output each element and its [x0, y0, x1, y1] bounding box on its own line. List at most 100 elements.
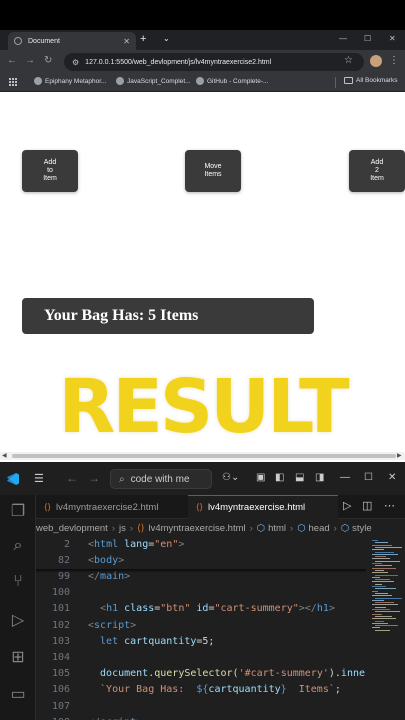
bookmark-item[interactable]: JavaScript_Complet... — [116, 77, 191, 85]
minimap-line — [375, 546, 402, 548]
bookmark-item[interactable]: Epiphany Metaphor... — [34, 77, 106, 85]
editor-tab[interactable]: ⟨⟩ lv4myntraexercise2.html — [36, 495, 186, 519]
minimize-button[interactable]: — — [340, 472, 350, 483]
line-number: 100 — [51, 587, 70, 599]
scroll-right-icon[interactable]: ▶ — [397, 452, 402, 459]
window-close-button[interactable]: ✕ — [389, 34, 396, 43]
new-tab-button[interactable]: + — [140, 33, 146, 45]
minimap-line — [372, 549, 384, 551]
close-icon[interactable]: ✕ — [123, 37, 130, 46]
breadcrumb-item[interactable]: web_devlopment — [36, 523, 108, 534]
breadcrumb-item[interactable]: style — [352, 523, 372, 534]
minimap-line — [372, 576, 380, 578]
forward-arrow-icon[interactable]: → — [25, 55, 35, 66]
code-token: ; — [334, 684, 341, 696]
hamburger-menu-icon[interactable]: ☰ — [34, 472, 44, 485]
scroll-left-icon[interactable]: ◀ — [2, 452, 7, 459]
code-line[interactable]: 103 let cartquantity=5; — [36, 634, 366, 650]
minimap-line — [372, 613, 382, 615]
breadcrumb-item[interactable]: lv4myntraexercise.html — [148, 523, 245, 534]
toggle-panel-icon[interactable]: ⬓ — [295, 472, 304, 483]
breadcrumb-item[interactable]: head — [309, 523, 330, 534]
code-line[interactable]: 107 — [36, 699, 366, 715]
minimap-line — [372, 581, 394, 583]
avatar[interactable] — [370, 55, 382, 67]
minimize-button[interactable]: — — [339, 34, 347, 43]
site-info-icon[interactable]: ⚙ — [72, 58, 79, 67]
code-token: "btn" — [160, 603, 191, 615]
toggle-secondary-sidebar-icon[interactable]: ◨ — [315, 472, 324, 483]
search-icon: ⌕ — [119, 473, 125, 485]
minimap-line — [372, 609, 390, 610]
all-bookmarks-button[interactable]: All Bookmarks — [344, 77, 398, 84]
breadcrumb-item[interactable]: js — [119, 523, 126, 534]
nav-back-icon[interactable]: ← — [66, 471, 78, 485]
code-line[interactable]: 2 <html lang="en"> — [36, 537, 366, 553]
nav-forward-icon[interactable]: → — [88, 471, 100, 485]
code-token: querySelector — [154, 668, 233, 680]
code-line[interactable]: 102 <script> — [36, 618, 366, 634]
address-bar[interactable]: ⚙ 127.0.0.1:5500/web_devlopment/js/lv4my… — [64, 53, 364, 71]
code-token: > — [178, 539, 185, 550]
apps-grid-icon[interactable] — [9, 78, 17, 86]
minimap-line — [375, 556, 386, 558]
code-line[interactable]: 99 </main> — [36, 569, 366, 585]
cart-summary-text: Your Bag Has: 5 Items — [44, 307, 199, 324]
maximize-button[interactable]: ☐ — [364, 34, 371, 43]
code-token: ${ — [196, 684, 209, 696]
globe-icon — [14, 37, 22, 45]
code-token: "cart-summery" — [214, 603, 299, 615]
bookmarks-divider — [335, 77, 336, 88]
code-line[interactable]: 105 document.querySelector('#cart-summer… — [36, 666, 366, 682]
code-token: html — [94, 539, 119, 550]
editor-tab-active[interactable]: ⟨⟩ lv4myntraexercise.html — [188, 495, 338, 519]
scrollbar-thumb[interactable] — [12, 454, 396, 458]
split-editor-icon[interactable]: ◫ — [362, 499, 372, 512]
browser-tab[interactable]: Document ✕ — [8, 32, 136, 50]
source-control-icon[interactable]: ⑂ — [9, 573, 27, 591]
reload-icon[interactable]: ↻ — [44, 55, 52, 66]
code-text: let cartquantity=5; — [70, 634, 214, 650]
top-black-band — [0, 0, 405, 30]
chevron-down-icon[interactable]: ⌄ — [163, 34, 170, 43]
run-debug-icon[interactable]: ▷ — [9, 610, 27, 630]
bookmark-item[interactable]: GitHub - Complete-... — [196, 77, 268, 85]
code-line[interactable]: 82 <body> — [36, 553, 366, 569]
vscode-logo-icon — [7, 473, 19, 485]
more-actions-icon[interactable]: ⋯ — [384, 499, 395, 512]
move-items-button[interactable]: Move Items — [185, 150, 241, 192]
line-number: 101 — [51, 603, 70, 615]
copilot-icon[interactable]: ⚇⌄ — [222, 472, 239, 483]
minimap-line — [375, 602, 394, 604]
minimap-line — [375, 611, 400, 613]
layout-icon[interactable]: ▣ — [256, 472, 265, 483]
code-line[interactable]: 106 `Your Bag Has: ${cartquantity} Items… — [36, 682, 366, 698]
toggle-sidebar-icon[interactable]: ◧ — [275, 472, 284, 483]
code-token: > — [130, 619, 137, 631]
extensions-icon[interactable]: ⊞ — [9, 647, 27, 667]
minimap-line — [372, 599, 384, 601]
minimap-line — [372, 586, 386, 587]
back-arrow-icon[interactable]: ← — [7, 55, 17, 66]
code-token: </ — [88, 571, 101, 582]
code-line[interactable]: 101 <h1 class="btn" id="cart-summery"></… — [36, 601, 366, 617]
window-close-button[interactable]: ✕ — [388, 472, 396, 483]
add-to-item-button[interactable]: Add to Item — [22, 150, 78, 192]
html5-icon: ⟨⟩ — [44, 501, 52, 512]
code-token: id — [190, 603, 209, 615]
code-line[interactable]: 104 — [36, 650, 366, 666]
command-center-search[interactable]: ⌕ code with me — [110, 469, 212, 489]
add-2-item-button[interactable]: Add 2 Item — [349, 150, 405, 192]
minimap-line — [375, 583, 382, 585]
maximize-button[interactable]: ☐ — [364, 472, 373, 483]
star-icon[interactable]: ☆ — [344, 55, 353, 66]
code-line[interactable]: 100 — [36, 585, 366, 601]
code-line[interactable]: 108</script> — [36, 715, 366, 720]
remote-explorer-icon[interactable]: ▭ — [9, 684, 27, 704]
explorer-icon[interactable]: ❐ — [9, 501, 27, 521]
kebab-menu-icon[interactable]: ⋮ — [389, 55, 399, 66]
breadcrumb-item[interactable]: html — [268, 523, 286, 534]
search-icon[interactable]: ⌕ — [9, 537, 27, 555]
minimap-line — [372, 558, 390, 560]
run-icon[interactable]: ▷ — [343, 499, 351, 512]
